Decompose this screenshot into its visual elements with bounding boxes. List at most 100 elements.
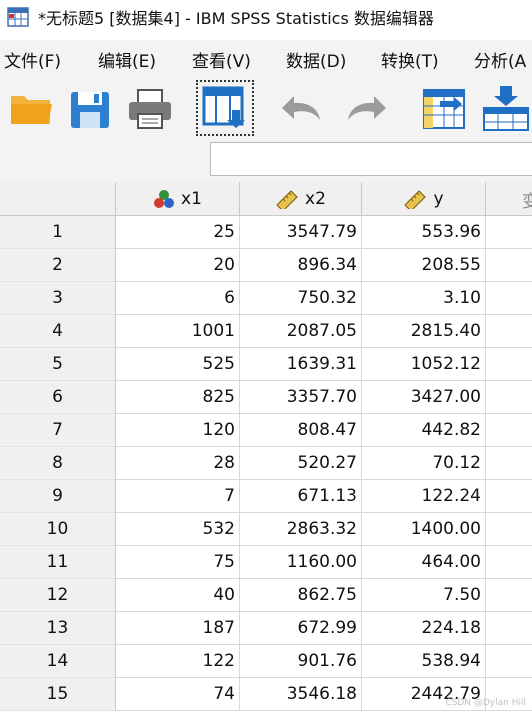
data-cell-y[interactable]: 3427.00 <box>362 381 486 414</box>
scale-ruler-icon <box>404 190 427 209</box>
row-number-cell[interactable]: 13 <box>0 612 116 645</box>
empty-cell[interactable] <box>486 282 532 315</box>
row-number-cell[interactable]: 8 <box>0 447 116 480</box>
empty-cell[interactable] <box>486 645 532 678</box>
data-cell-x2[interactable]: 672.99 <box>240 612 362 645</box>
data-cell-x1[interactable]: 6 <box>116 282 240 315</box>
row-number-cell[interactable]: 3 <box>0 282 116 315</box>
data-cell-x2[interactable]: 750.32 <box>240 282 362 315</box>
menu-edit[interactable]: 编辑(E) <box>98 47 156 72</box>
column-header-x2[interactable]: x2 <box>240 182 362 216</box>
data-cell-x1[interactable]: 25 <box>116 216 240 249</box>
data-cell-x2[interactable]: 520.27 <box>240 447 362 480</box>
data-cell-x1[interactable]: 825 <box>116 381 240 414</box>
empty-cell[interactable] <box>486 513 532 546</box>
column-name: 变 <box>522 191 532 212</box>
empty-cell[interactable] <box>486 315 532 348</box>
redo-icon[interactable] <box>342 84 392 132</box>
empty-cell[interactable] <box>486 546 532 579</box>
table-row: 4 1001 2087.05 2815.40 <box>0 315 532 348</box>
empty-cell[interactable] <box>486 249 532 282</box>
empty-cell[interactable] <box>486 579 532 612</box>
data-cell-x2[interactable]: 896.34 <box>240 249 362 282</box>
row-number-cell[interactable]: 9 <box>0 480 116 513</box>
data-cell-x1[interactable]: 120 <box>116 414 240 447</box>
menu-analyze[interactable]: 分析(A <box>474 47 526 72</box>
data-cell-x1[interactable]: 40 <box>116 579 240 612</box>
empty-cell[interactable] <box>486 348 532 381</box>
empty-cell[interactable] <box>486 480 532 513</box>
print-icon[interactable] <box>126 84 174 132</box>
table-row: 8 28 520.27 70.12 <box>0 447 532 480</box>
cell-value-editor[interactable] <box>210 142 532 176</box>
empty-cell[interactable] <box>486 216 532 249</box>
column-header-x1[interactable]: x1 <box>116 182 240 216</box>
data-cell-y[interactable]: 1400.00 <box>362 513 486 546</box>
data-cell-x2[interactable]: 1639.31 <box>240 348 362 381</box>
data-cell-y[interactable]: 1052.12 <box>362 348 486 381</box>
row-number-cell[interactable]: 7 <box>0 414 116 447</box>
data-cell-x1[interactable]: 525 <box>116 348 240 381</box>
data-cell-x2[interactable]: 671.13 <box>240 480 362 513</box>
column-header-y[interactable]: y <box>362 182 486 216</box>
column-header-row: x1 x2 y 变 <box>0 182 532 216</box>
corner-cell[interactable] <box>0 182 116 216</box>
data-cell-y[interactable]: 3.10 <box>362 282 486 315</box>
window-title: *无标题5 [数据集4] - IBM SPSS Statistics 数据编辑器 <box>38 9 434 28</box>
data-cell-y[interactable]: 122.24 <box>362 480 486 513</box>
data-cell-x1[interactable]: 532 <box>116 513 240 546</box>
data-cell-x2[interactable]: 2863.32 <box>240 513 362 546</box>
insert-cases-icon[interactable] <box>482 84 530 132</box>
data-cell-y[interactable]: 2815.40 <box>362 315 486 348</box>
data-cell-x1[interactable]: 28 <box>116 447 240 480</box>
row-number-cell[interactable]: 11 <box>0 546 116 579</box>
row-number-cell[interactable]: 1 <box>0 216 116 249</box>
data-cell-y[interactable]: 464.00 <box>362 546 486 579</box>
empty-cell[interactable] <box>486 612 532 645</box>
row-number-cell[interactable]: 5 <box>0 348 116 381</box>
menu-transform[interactable]: 转换(T) <box>381 47 439 72</box>
data-cell-x2[interactable]: 862.75 <box>240 579 362 612</box>
data-cell-x1[interactable]: 74 <box>116 678 240 711</box>
data-cell-x2[interactable]: 901.76 <box>240 645 362 678</box>
data-cell-x1[interactable]: 7 <box>116 480 240 513</box>
data-cell-x2[interactable]: 3546.18 <box>240 678 362 711</box>
save-disk-icon[interactable] <box>68 84 112 132</box>
data-cell-y[interactable]: 70.12 <box>362 447 486 480</box>
data-cell-y[interactable]: 7.50 <box>362 579 486 612</box>
go-to-case-icon[interactable] <box>420 84 470 132</box>
row-number-cell[interactable]: 6 <box>0 381 116 414</box>
recall-dialog-button[interactable] <box>196 80 254 136</box>
empty-cell[interactable] <box>486 381 532 414</box>
empty-cell[interactable] <box>486 447 532 480</box>
data-cell-x1[interactable]: 122 <box>116 645 240 678</box>
data-cell-x1[interactable]: 20 <box>116 249 240 282</box>
data-cell-x2[interactable]: 1160.00 <box>240 546 362 579</box>
menu-file[interactable]: 文件(F) <box>4 47 61 72</box>
data-cell-y[interactable]: 538.94 <box>362 645 486 678</box>
undo-icon[interactable] <box>276 84 326 132</box>
data-cell-x2[interactable]: 3547.79 <box>240 216 362 249</box>
row-number-cell[interactable]: 10 <box>0 513 116 546</box>
data-cell-x1[interactable]: 1001 <box>116 315 240 348</box>
open-folder-icon[interactable] <box>8 84 54 132</box>
empty-cell[interactable] <box>486 414 532 447</box>
row-number-cell[interactable]: 14 <box>0 645 116 678</box>
data-cell-y[interactable]: 442.82 <box>362 414 486 447</box>
row-number-cell[interactable]: 2 <box>0 249 116 282</box>
data-cell-x2[interactable]: 2087.05 <box>240 315 362 348</box>
data-cell-y[interactable]: 553.96 <box>362 216 486 249</box>
data-cell-x1[interactable]: 75 <box>116 546 240 579</box>
column-header-new-var[interactable]: 变 <box>486 182 532 216</box>
data-cell-x1[interactable]: 187 <box>116 612 240 645</box>
data-cell-x2[interactable]: 808.47 <box>240 414 362 447</box>
data-cell-y[interactable]: 208.55 <box>362 249 486 282</box>
table-row: 7 120 808.47 442.82 <box>0 414 532 447</box>
row-number-cell[interactable]: 15 <box>0 678 116 711</box>
menu-data[interactable]: 数据(D) <box>286 47 346 72</box>
row-number-cell[interactable]: 4 <box>0 315 116 348</box>
menu-view[interactable]: 查看(V) <box>192 47 251 72</box>
data-cell-y[interactable]: 224.18 <box>362 612 486 645</box>
data-cell-x2[interactable]: 3357.70 <box>240 381 362 414</box>
row-number-cell[interactable]: 12 <box>0 579 116 612</box>
